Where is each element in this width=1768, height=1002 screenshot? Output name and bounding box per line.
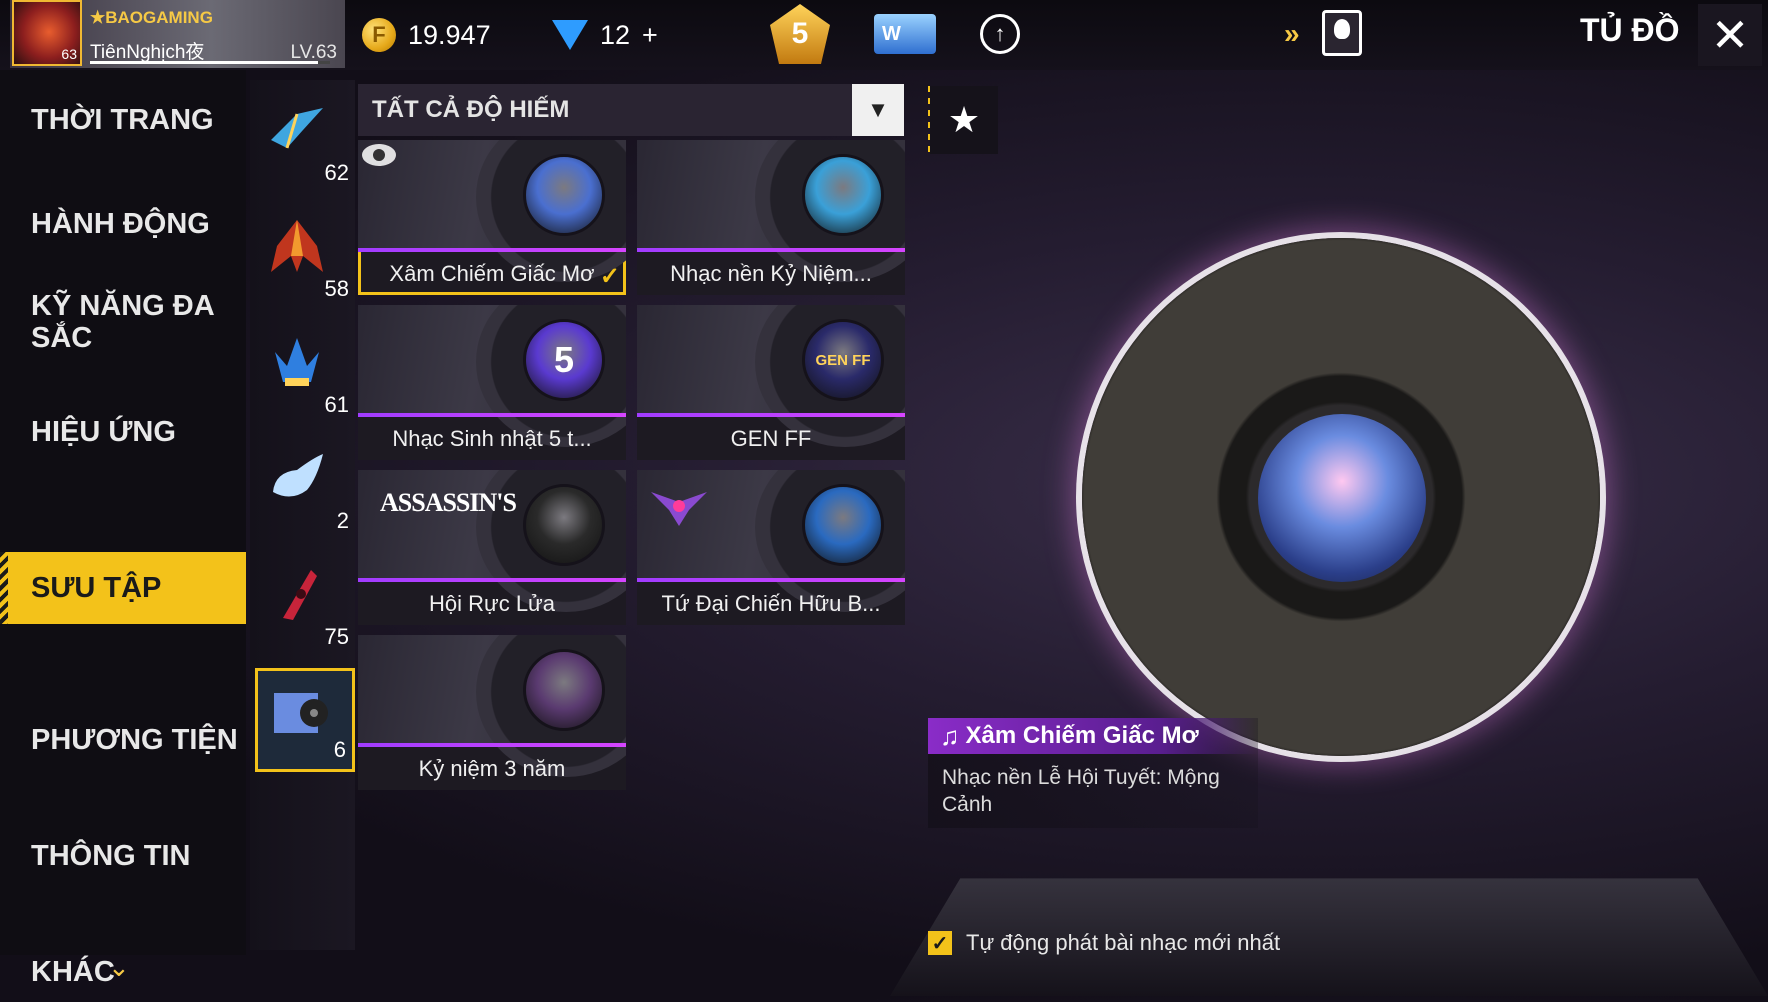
nav-item-vehicles[interactable]: PHƯƠNG TIỆN	[0, 710, 246, 770]
music-card[interactable]: Nhạc nền Kỷ Niệm...	[637, 140, 905, 295]
close-button[interactable]: ✕	[1698, 4, 1762, 66]
card-title: Xâm Chiếm Giấc Mơ	[389, 261, 595, 286]
category-count: 62	[324, 160, 349, 185]
card-title: Kỷ niệm 3 năm	[418, 756, 566, 781]
stage-platform	[890, 878, 1768, 996]
music-album-icon	[274, 693, 328, 733]
xp-bar-fill	[90, 61, 318, 64]
category-count: 75	[324, 624, 349, 649]
left-nav: THỜI TRANG HÀNH ĐỘNG KỸ NĂNG ĐA SẮC HIỆU…	[0, 70, 246, 988]
card-title: Nhạc Sinh nhật 5 t...	[392, 426, 592, 451]
xp-bar	[90, 61, 330, 64]
equipped-check-icon: ✓	[599, 263, 620, 290]
category-cloud-effect[interactable]: 2	[255, 436, 355, 540]
dropdown-arrow-icon[interactable]: ▼	[852, 84, 904, 136]
glider-icon	[271, 108, 323, 149]
cloud-sync-icon[interactable]: ↑	[980, 14, 1020, 54]
category-count: 58	[324, 276, 349, 301]
category-column: 62 58 61 2 75 6	[250, 80, 355, 950]
category-count: 2	[336, 508, 349, 533]
nav-item-info[interactable]: THÔNG TIN	[0, 826, 246, 886]
category-count: 61	[324, 392, 349, 417]
cover-art	[523, 154, 605, 236]
music-card[interactable]: Kỷ niệm 3 năm	[358, 635, 626, 790]
category-glider[interactable]: 62	[255, 88, 355, 192]
cover-art	[802, 154, 884, 236]
emblem-icon	[651, 492, 707, 526]
cover-art: GEN FF	[802, 319, 884, 401]
guild-name: ★BAOGAMING	[90, 8, 213, 27]
star-icon: ★	[947, 99, 981, 140]
category-music-album[interactable]: 6	[255, 668, 355, 772]
gold-coin-icon: F	[362, 18, 396, 52]
music-card[interactable]: Tứ Đại Chiến Hữu B...	[637, 470, 905, 625]
music-card[interactable]: 5 Nhạc Sinh nhật 5 t...	[358, 305, 626, 460]
diamond-icon	[552, 20, 588, 50]
music-card[interactable]: Xâm Chiếm Giấc Mơ ✓	[358, 140, 626, 295]
player-name: TiênNghịch夜	[90, 42, 205, 63]
nav-item-effects[interactable]: HIỆU ỨNG	[0, 402, 246, 462]
character-icon[interactable]	[1322, 10, 1362, 56]
diamond-amount: 12	[600, 19, 631, 50]
rank-badge-icon[interactable]: 5	[770, 4, 830, 64]
card-title: Tứ Đại Chiến Hữu B...	[661, 591, 881, 616]
music-title: Xâm Chiếm Giấc Mơ	[965, 722, 1199, 749]
music-info-header: ♫ Xâm Chiếm Giấc Mơ	[928, 718, 1258, 754]
category-crown[interactable]: 61	[255, 320, 355, 424]
card-title: Nhạc nền Kỷ Niệm...	[670, 261, 872, 286]
wish-label: W	[882, 22, 901, 45]
music-description: Nhạc nền Lễ Hội Tuyết: Mộng Cảnh	[942, 766, 1220, 816]
double-chevron-icon[interactable]: »	[1284, 18, 1300, 50]
autoplay-checkbox[interactable]: ✓	[928, 931, 952, 955]
music-note-icon: ♫	[940, 720, 960, 751]
eye-icon	[362, 144, 396, 166]
nav-item-collection[interactable]: SƯU TẬP	[0, 552, 246, 624]
guild-label: BAOGAMING	[105, 8, 213, 27]
add-diamond-button[interactable]: +	[642, 20, 658, 51]
nav-item-multi-skill[interactable]: KỸ NĂNG ĐA SẮC	[0, 282, 246, 362]
chevron-down-icon[interactable]: ⌄	[108, 952, 130, 983]
diamond-display[interactable]: 12 +	[552, 14, 658, 56]
favorite-star-button[interactable]: ★	[930, 86, 998, 154]
cover-art: 5	[523, 319, 605, 401]
music-card[interactable]: GEN FF GEN FF	[637, 305, 905, 460]
card-title: GEN FF	[730, 426, 812, 451]
avatar[interactable]: 63	[12, 0, 82, 66]
nav-item-fashion[interactable]: THỜI TRANG	[0, 90, 246, 150]
crown-icon	[275, 338, 319, 386]
music-info-panel: ♫ Xâm Chiếm Giấc Mơ Nhạc nền Lễ Hội Tuyế…	[928, 718, 1258, 828]
autoplay-label: Tự động phát bài nhạc mới nhất	[966, 930, 1281, 955]
rarity-filter-dropdown[interactable]: TẤT CẢ ĐỘ HIẾM ▼	[358, 84, 904, 136]
cloud-effect-icon	[273, 454, 323, 497]
cover-art	[523, 649, 605, 731]
top-bar: 63 ★BAOGAMING TiênNghịch夜 LV.63 F 19.947…	[0, 0, 1768, 70]
avatar-level: 63	[61, 46, 77, 62]
cover-text: GEN FF	[815, 351, 871, 369]
cover-text: 5	[553, 339, 575, 380]
cover-art	[802, 484, 884, 566]
gold-amount: 19.947	[408, 19, 491, 50]
page-title: TỦ ĐỒ	[1580, 12, 1680, 48]
gold-display[interactable]: F 19.947	[362, 14, 491, 56]
category-wings[interactable]: 58	[255, 204, 355, 308]
autoplay-option[interactable]: ✓ Tự động phát bài nhạc mới nhất	[928, 930, 1280, 956]
category-skyboard[interactable]: 75	[255, 552, 355, 656]
category-count: 6	[333, 737, 346, 762]
filter-label: TẤT CẢ ĐỘ HIẾM	[372, 96, 570, 123]
card-title: Hội Rực Lửa	[428, 591, 556, 616]
nav-item-actions[interactable]: HÀNH ĐỘNG	[0, 194, 246, 254]
rank-badge-number: 5	[791, 17, 809, 50]
skyboard-icon	[283, 570, 317, 620]
cover-art	[523, 484, 605, 566]
music-card[interactable]: ASSASSIN'S Hội Rực Lửa	[358, 470, 626, 625]
assassins-creed-logo: ASSASSIN'S	[380, 488, 517, 517]
player-profile[interactable]: 63 ★BAOGAMING TiênNghịch夜 LV.63	[10, 0, 345, 68]
wings-icon	[271, 220, 323, 272]
preview-cover-art	[1258, 414, 1426, 582]
wish-icon[interactable]: W	[874, 14, 936, 54]
